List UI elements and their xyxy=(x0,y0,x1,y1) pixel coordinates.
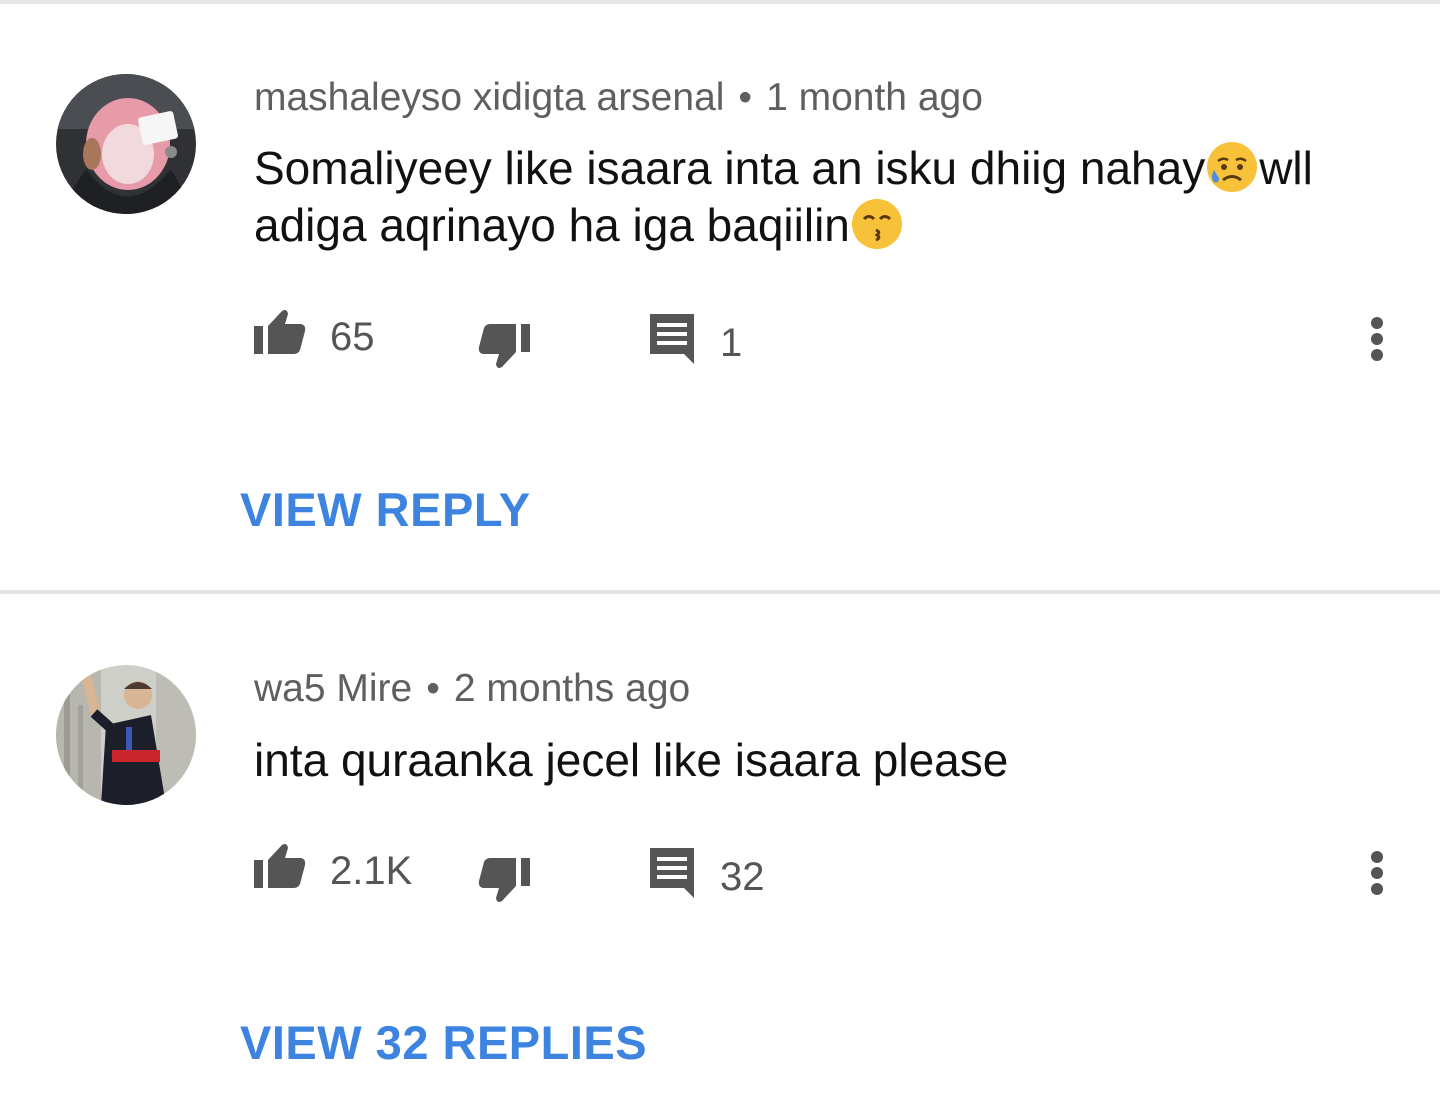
comment-text-line2: adiga aqrinayo ha iga baqiilin xyxy=(254,199,850,251)
comment-meta: wa5 Mire • 2 months ago xyxy=(254,665,690,713)
author-name[interactable]: wa5 Mire xyxy=(254,667,412,710)
meta-separator: • xyxy=(426,667,440,710)
more-options-button[interactable] xyxy=(1366,316,1388,362)
avatar[interactable] xyxy=(56,665,196,805)
comment-divider xyxy=(0,590,1440,594)
comment-meta: mashaleyso xidigta arsenal • 1 month ago xyxy=(254,74,983,122)
comment-text: Somaliyeey like isaara inta an isku dhii… xyxy=(254,140,1404,254)
like-button[interactable]: 2.1K xyxy=(254,842,412,900)
meta-separator: • xyxy=(738,76,753,119)
comment-text-line1-end: wll xyxy=(1259,142,1313,194)
reply-count: 32 xyxy=(720,855,765,899)
comment-text-line1: Somaliyeey like isaara inta an isku dhii… xyxy=(254,142,1206,194)
comment-time: 1 month ago xyxy=(766,76,983,119)
thumbs-down-icon xyxy=(478,856,530,914)
comment-time: 2 months ago xyxy=(453,667,691,710)
thumbs-up-icon xyxy=(254,308,306,366)
reply-button[interactable]: 1 xyxy=(648,312,742,374)
like-count: 65 xyxy=(330,315,375,359)
author-name[interactable]: mashaleyso xidigta arsenal xyxy=(254,76,724,119)
dislike-button[interactable] xyxy=(478,856,530,914)
like-button[interactable]: 65 xyxy=(254,308,375,366)
comment-text: inta quraanka jecel like isaara please xyxy=(254,732,1404,789)
comment-icon xyxy=(648,846,696,908)
view-replies-link[interactable]: VIEW 32 REPLIES xyxy=(240,1015,647,1071)
top-divider xyxy=(0,0,1440,4)
thumbs-down-icon xyxy=(478,322,530,380)
reply-count: 1 xyxy=(720,321,743,365)
more-options-button[interactable] xyxy=(1366,850,1388,896)
comment-text-line1: inta quraanka jecel like isaara please xyxy=(254,734,1009,786)
thumbs-up-icon xyxy=(254,842,306,900)
more-vert-icon xyxy=(1371,317,1383,361)
like-count: 2.1K xyxy=(330,849,413,893)
more-vert-icon xyxy=(1371,851,1383,895)
dislike-button[interactable] xyxy=(478,322,530,380)
reply-button[interactable]: 32 xyxy=(648,846,765,908)
view-replies-link[interactable]: VIEW REPLY xyxy=(240,482,531,538)
comment-icon xyxy=(648,312,696,374)
avatar[interactable] xyxy=(56,74,196,214)
sad-but-relieved-face-emoji-icon xyxy=(1205,140,1259,194)
kissing-face-emoji-icon xyxy=(850,197,904,251)
